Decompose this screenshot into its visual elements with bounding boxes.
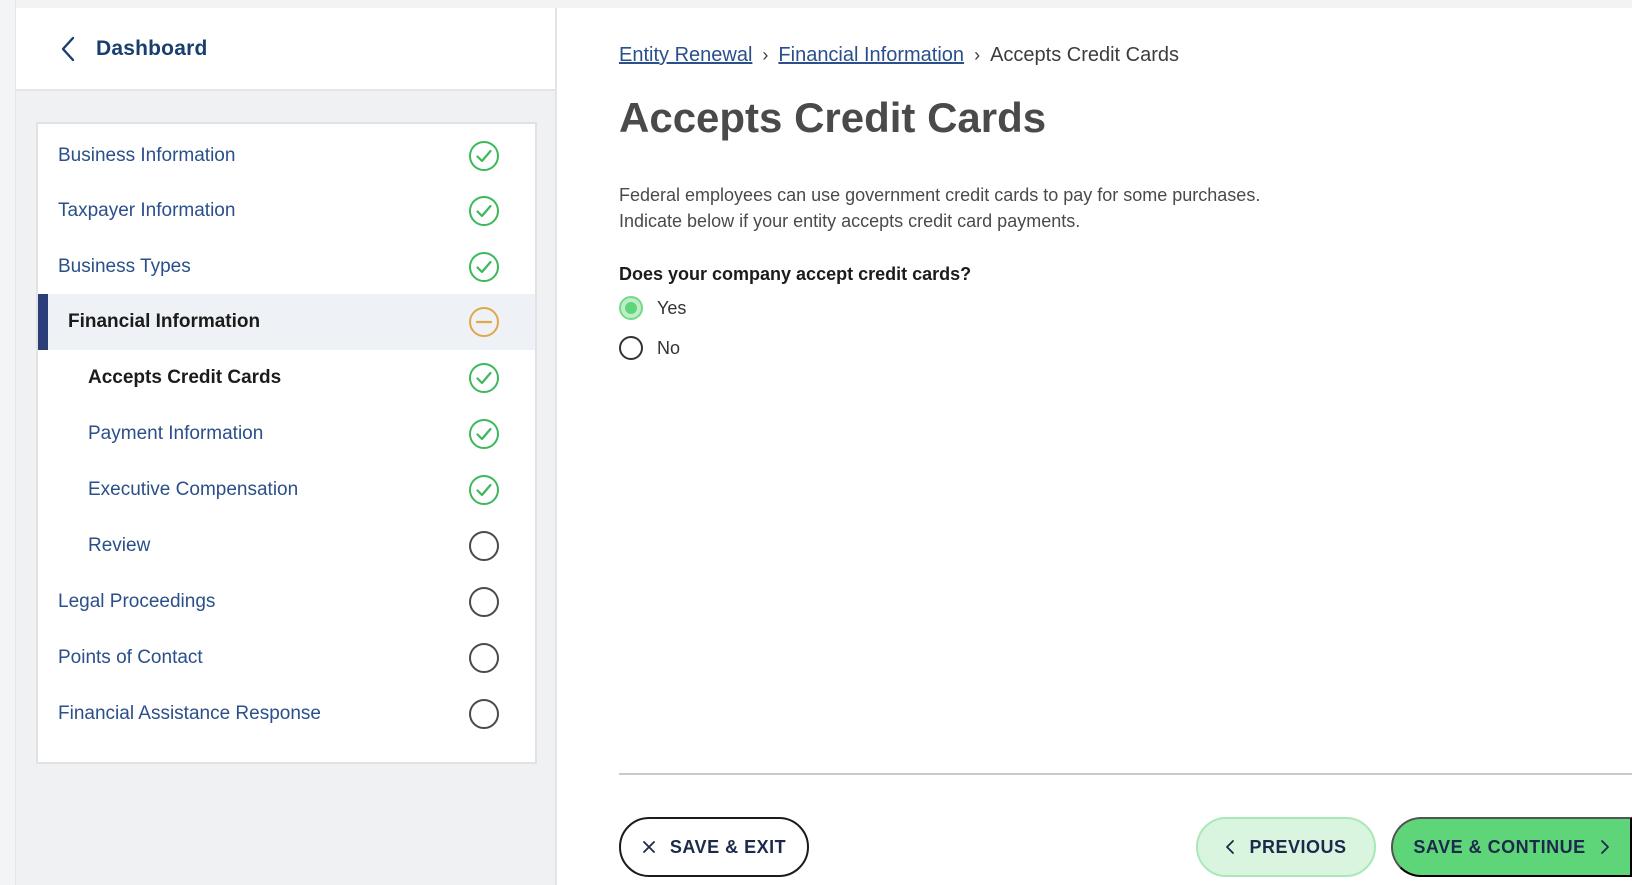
sidebar-item-business-types[interactable]: Business Types: [38, 239, 535, 295]
radio-label-yes: Yes: [657, 297, 687, 318]
save-continue-button[interactable]: SAVE & CONTINUE: [1391, 817, 1632, 877]
radio-label-no: No: [657, 337, 681, 358]
sidebar-item-label: Business Information: [58, 145, 236, 166]
dashboard-back-link[interactable]: Dashboard: [16, 8, 555, 91]
radio-option-no[interactable]: No: [619, 336, 680, 360]
sidebar-item-accepts-credit-cards[interactable]: Accepts Credit Cards: [38, 350, 535, 406]
radio-button[interactable]: [619, 336, 643, 360]
sidebar-item-label: Payment Information: [88, 423, 264, 444]
breadcrumb-current: Accepts Credit Cards: [990, 44, 1180, 66]
step-navigation: Business Information Taxpayer Informatio…: [36, 122, 537, 764]
save-continue-label: SAVE & CONTINUE: [1413, 836, 1586, 857]
main-content: Entity Renewal › Financial Information › Acc…: [619, 0, 1632, 885]
sidebar-item-financial-assistance-response[interactable]: Financial Assistance Response: [38, 686, 535, 742]
sidebar-item-label: Executive Compensation: [88, 479, 299, 500]
sidebar-item-label: Financial Information: [68, 311, 261, 332]
sidebar-item-points-of-contact[interactable]: Points of Contact: [38, 630, 535, 686]
chevron-right-icon: ›: [762, 45, 769, 65]
sidebar-item-label: Financial Assistance Response: [58, 703, 321, 724]
sidebar-item-label: Business Types: [58, 256, 191, 277]
chevron-left-icon: [54, 35, 82, 63]
left-edge: [0, 0, 16, 885]
sidebar-item-label: Legal Proceedings: [58, 591, 216, 612]
radio-option-yes[interactable]: Yes: [619, 296, 686, 320]
in-progress-circle-icon: [469, 307, 499, 337]
empty-circle-icon: [469, 643, 499, 673]
check-circle-icon: [469, 363, 499, 393]
chevron-right-icon: [1600, 839, 1610, 855]
check-circle-icon: [469, 196, 499, 226]
description-line-2: Indicate below if your entity accepts cr…: [619, 211, 1081, 231]
sidebar-item-label: Accepts Credit Cards: [88, 367, 282, 388]
sidebar-item-label: Points of Contact: [58, 647, 203, 668]
footer-divider: [619, 773, 1632, 775]
save-exit-button[interactable]: SAVE & EXIT: [619, 817, 809, 877]
sidebar-item-label: Taxpayer Information: [58, 200, 236, 221]
sidebar-item-label: Review: [88, 535, 151, 556]
sidebar-item-financial-information[interactable]: Financial Information: [38, 294, 535, 350]
sidebar-item-review[interactable]: Review: [38, 518, 535, 574]
dashboard-label: Dashboard: [96, 36, 208, 60]
breadcrumb-link-entity-renewal[interactable]: Entity Renewal: [619, 44, 752, 66]
sidebar-item-taxpayer-information[interactable]: Taxpayer Information: [38, 183, 535, 239]
sidebar-item-payment-information[interactable]: Payment Information: [38, 406, 535, 462]
active-indicator: [38, 294, 48, 350]
empty-circle-icon: [469, 531, 499, 561]
check-circle-icon: [469, 141, 499, 171]
check-circle-icon: [469, 475, 499, 505]
close-icon: [642, 840, 656, 854]
check-circle-icon: [469, 419, 499, 449]
sidebar-item-legal-proceedings[interactable]: Legal Proceedings: [38, 574, 535, 630]
radio-button-selected[interactable]: [619, 296, 643, 320]
breadcrumb-link-financial-information[interactable]: Financial Information: [778, 44, 964, 66]
check-circle-icon: [469, 252, 499, 282]
question-label: Does your company accept credit cards?: [619, 264, 972, 284]
empty-circle-icon: [469, 699, 499, 729]
save-exit-label: SAVE & EXIT: [669, 836, 787, 857]
empty-circle-icon: [469, 587, 499, 617]
sidebar-item-business-information[interactable]: Business Information: [38, 128, 535, 184]
sidebar: Dashboard Business Information Taxpayer …: [16, 8, 557, 885]
page: Dashboard Business Information Taxpayer …: [0, 0, 1632, 885]
page-description: Federal employees can use government cre…: [619, 182, 1339, 234]
page-title: Accepts Credit Cards: [619, 94, 1047, 141]
breadcrumb: Entity Renewal › Financial Information › Acc…: [619, 44, 1179, 67]
previous-label: PREVIOUS: [1249, 836, 1347, 857]
description-line-1: Federal employees can use government cre…: [619, 185, 1261, 205]
chevron-right-icon: ›: [974, 45, 981, 65]
chevron-left-icon: [1225, 839, 1235, 855]
previous-button[interactable]: PREVIOUS: [1196, 817, 1376, 877]
sidebar-item-executive-compensation[interactable]: Executive Compensation: [38, 462, 535, 518]
